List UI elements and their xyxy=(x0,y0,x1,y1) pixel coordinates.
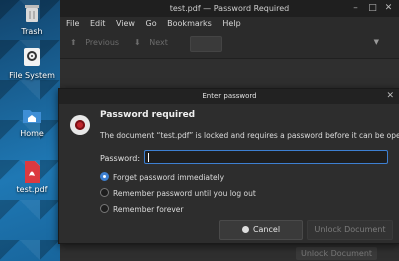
password-input[interactable] xyxy=(144,150,388,164)
menu-help[interactable]: Help xyxy=(222,17,240,30)
desktop-icon-file-system[interactable]: File System xyxy=(6,46,58,80)
menu-edit[interactable]: Edit xyxy=(90,17,106,30)
desktop-icon-label: File System xyxy=(9,71,55,80)
password-label: Password: xyxy=(100,154,141,163)
close-icon[interactable]: ✕ xyxy=(386,89,394,104)
home-folder-icon xyxy=(21,104,43,126)
toolbar: ⬆ Previous ⬇ Next ▼ xyxy=(60,30,399,59)
window-titlebar[interactable]: test.pdf — Password Required – □ ✕ xyxy=(60,0,399,17)
menu-file[interactable]: File xyxy=(66,17,79,30)
radio-selected-icon xyxy=(100,172,109,181)
cancel-label: Cancel xyxy=(252,225,281,234)
maximize-icon[interactable]: □ xyxy=(365,1,380,16)
desktop-icon-test-pdf[interactable]: test.pdf xyxy=(6,160,58,194)
dialog-titlebar[interactable]: Enter password ✕ xyxy=(59,89,399,104)
desktop-icon-trash[interactable]: Trash xyxy=(6,2,58,36)
next-page-button[interactable]: ⬇ Next xyxy=(134,38,168,47)
close-icon[interactable]: ✕ xyxy=(381,1,396,16)
radio-label: Remember password until you log out xyxy=(113,189,256,198)
desktop-icon-label: Home xyxy=(20,129,44,138)
window-title: test.pdf — Password Required xyxy=(169,4,290,13)
unlock-document-button-behind: Unlock Document xyxy=(296,247,378,260)
radio-forget-immediately[interactable]: Forget password immediately xyxy=(100,172,224,182)
arrow-down-icon: ⬇ xyxy=(134,38,141,47)
menu-bookmarks[interactable]: Bookmarks xyxy=(167,17,212,30)
radio-label: Forget password immediately xyxy=(113,173,225,182)
radio-unselected-icon xyxy=(100,204,109,213)
radio-unselected-icon xyxy=(100,188,109,197)
arrow-up-icon: ⬆ xyxy=(70,38,77,47)
menu-go[interactable]: Go xyxy=(146,17,157,30)
trash-icon xyxy=(21,2,43,24)
dialog-message: The document “test.pdf” is locked and re… xyxy=(100,131,399,140)
desktop-icon-label: test.pdf xyxy=(16,185,48,194)
pdf-file-icon xyxy=(21,160,43,183)
dialog-title: Enter password xyxy=(202,92,257,100)
next-label: Next xyxy=(149,38,168,47)
previous-page-button[interactable]: ⬆ Previous xyxy=(70,38,119,47)
radio-remember-until-logout[interactable]: Remember password until you log out xyxy=(100,188,256,198)
radio-remember-forever[interactable]: Remember forever xyxy=(100,204,183,214)
cancel-icon xyxy=(241,226,249,233)
menu-dropdown-icon[interactable]: ▼ xyxy=(374,38,379,46)
text-cursor xyxy=(148,153,149,162)
desktop-icon-label: Trash xyxy=(21,27,43,36)
unlock-label: Unlock Document xyxy=(314,225,386,234)
drive-icon xyxy=(21,46,43,68)
previous-label: Previous xyxy=(85,38,120,47)
lock-icon xyxy=(70,115,90,135)
menu-view[interactable]: View xyxy=(116,17,135,30)
password-dialog: Enter password ✕ Password required The d… xyxy=(58,88,399,244)
menubar: File Edit View Go Bookmarks Help xyxy=(60,17,399,30)
cancel-button[interactable]: Cancel xyxy=(219,220,303,240)
unlock-document-button[interactable]: Unlock Document xyxy=(307,220,393,240)
minimize-icon[interactable]: – xyxy=(348,1,363,16)
desktop-icon-home[interactable]: Home xyxy=(6,104,58,138)
radio-label: Remember forever xyxy=(113,205,184,214)
page-number-entry[interactable] xyxy=(190,36,222,52)
dialog-heading: Password required xyxy=(100,110,196,120)
